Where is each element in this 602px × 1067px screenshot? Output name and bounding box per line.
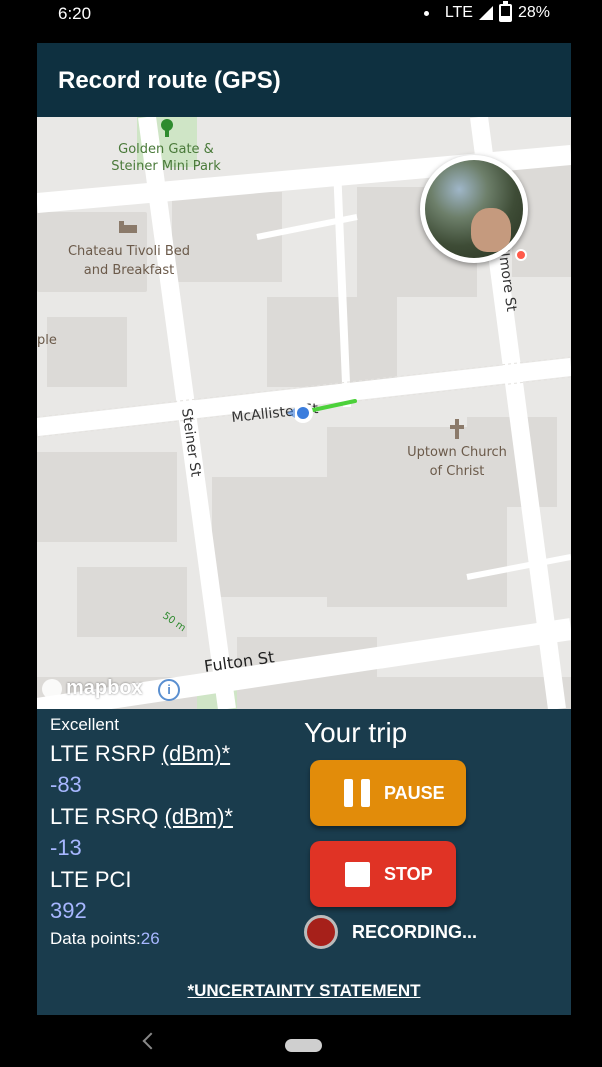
rsrp-label-row: LTE RSRP (dBm)* — [50, 741, 230, 767]
trip-title: Your trip — [304, 717, 408, 748]
rsrp-value: -83 — [50, 772, 82, 797]
user-avatar[interactable] — [420, 155, 528, 263]
rsrp-unit-link[interactable]: (dBm)* — [162, 741, 230, 766]
data-points-row: Data points:26 — [50, 929, 160, 949]
recording-indicator: RECORDING... — [304, 915, 477, 949]
status-icons: LTE 28% — [423, 1, 550, 22]
app-window: Record route (GPS) McAllister St Steiner… — [37, 43, 571, 1015]
app-bar: Record route (GPS) — [37, 43, 571, 117]
data-points-value: 26 — [140, 929, 160, 948]
pause-button[interactable]: PAUSE — [310, 760, 466, 826]
poi-edge-label: ple — [37, 333, 57, 348]
system-nav-bar — [0, 1015, 602, 1067]
stop-icon — [345, 861, 370, 887]
mapbox-attribution[interactable]: mapbox — [42, 677, 143, 700]
status-time: 6:20 — [58, 4, 92, 23]
recording-label: RECORDING... — [352, 921, 478, 942]
avatar-face — [471, 208, 511, 252]
signal-panel: Excellent LTE RSRP (dBm)* -83 LTE RSRQ (… — [37, 709, 571, 1015]
signal-icon — [478, 6, 493, 20]
battery-level: 28% — [517, 4, 550, 21]
map-view[interactable]: McAllister St Steiner St Fillmore St Ful… — [37, 117, 571, 709]
pause-label: PAUSE — [384, 782, 445, 803]
rsrq-unit-link[interactable]: (dBm)* — [165, 804, 233, 829]
pci-value: 392 — [50, 898, 87, 923]
home-icon[interactable] — [285, 1039, 322, 1052]
avatar-status-dot — [515, 249, 527, 261]
avatar-photo — [425, 160, 523, 258]
back-icon[interactable] — [142, 1032, 160, 1050]
mapbox-logo-text: mapbox — [66, 677, 143, 699]
status-bar: 6:20 LTE 28% — [0, 0, 602, 28]
data-points-label: Data points: — [50, 929, 141, 948]
rsrp-label: LTE RSRP — [50, 741, 156, 766]
signal-quality: Excellent — [50, 715, 119, 734]
notification-dot-icon — [423, 10, 429, 16]
street-label-steiner: Steiner St — [178, 407, 204, 478]
mapbox-logo-icon — [42, 678, 62, 699]
record-icon — [304, 915, 338, 949]
pause-icon — [344, 779, 370, 807]
uncertainty-statement-link[interactable]: *UNCERTAINTY STATEMENT — [37, 981, 571, 1001]
stop-label: STOP — [384, 863, 433, 884]
stop-button[interactable]: STOP — [310, 841, 456, 907]
page-title: Record route (GPS) — [58, 67, 281, 94]
battery-icon — [498, 1, 512, 22]
info-icon[interactable]: i — [158, 679, 180, 701]
pci-label: LTE PCI — [50, 867, 132, 892]
rsrq-label: LTE RSRQ — [50, 804, 159, 829]
rsrq-label-row: LTE RSRQ (dBm)* — [50, 804, 233, 830]
rsrq-value: -13 — [50, 835, 82, 860]
network-type: LTE — [444, 4, 473, 21]
